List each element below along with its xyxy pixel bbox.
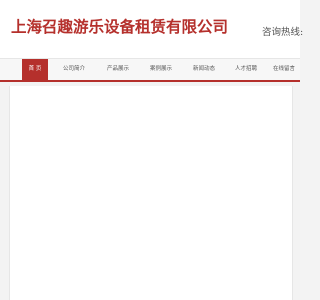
hotline-label: 咨询热线: (262, 27, 304, 38)
nav-item-cases[interactable]: 案例展示 (145, 59, 177, 80)
nav-item-news[interactable]: 新闻动态 (188, 59, 220, 80)
nav-item-home[interactable]: 首 页 (22, 59, 48, 80)
nav-item-jobs[interactable]: 人才招聘 (230, 59, 262, 80)
company-logo-text[interactable]: 上海召趣游乐设备租赁有限公司 (11, 15, 228, 37)
main-nav: 首 页 公司简介 产品展示 案例展示 新闻动态 人才招聘 在线留言 (0, 58, 300, 82)
main-content-panel (9, 86, 293, 300)
nav-item-about[interactable]: 公司简介 (58, 59, 90, 80)
site-header: 上海召趣游乐设备租赁有限公司 咨询热线: (0, 0, 304, 58)
nav-item-products[interactable]: 产品展示 (102, 59, 134, 80)
nav-item-message[interactable]: 在线留言 (270, 59, 300, 80)
